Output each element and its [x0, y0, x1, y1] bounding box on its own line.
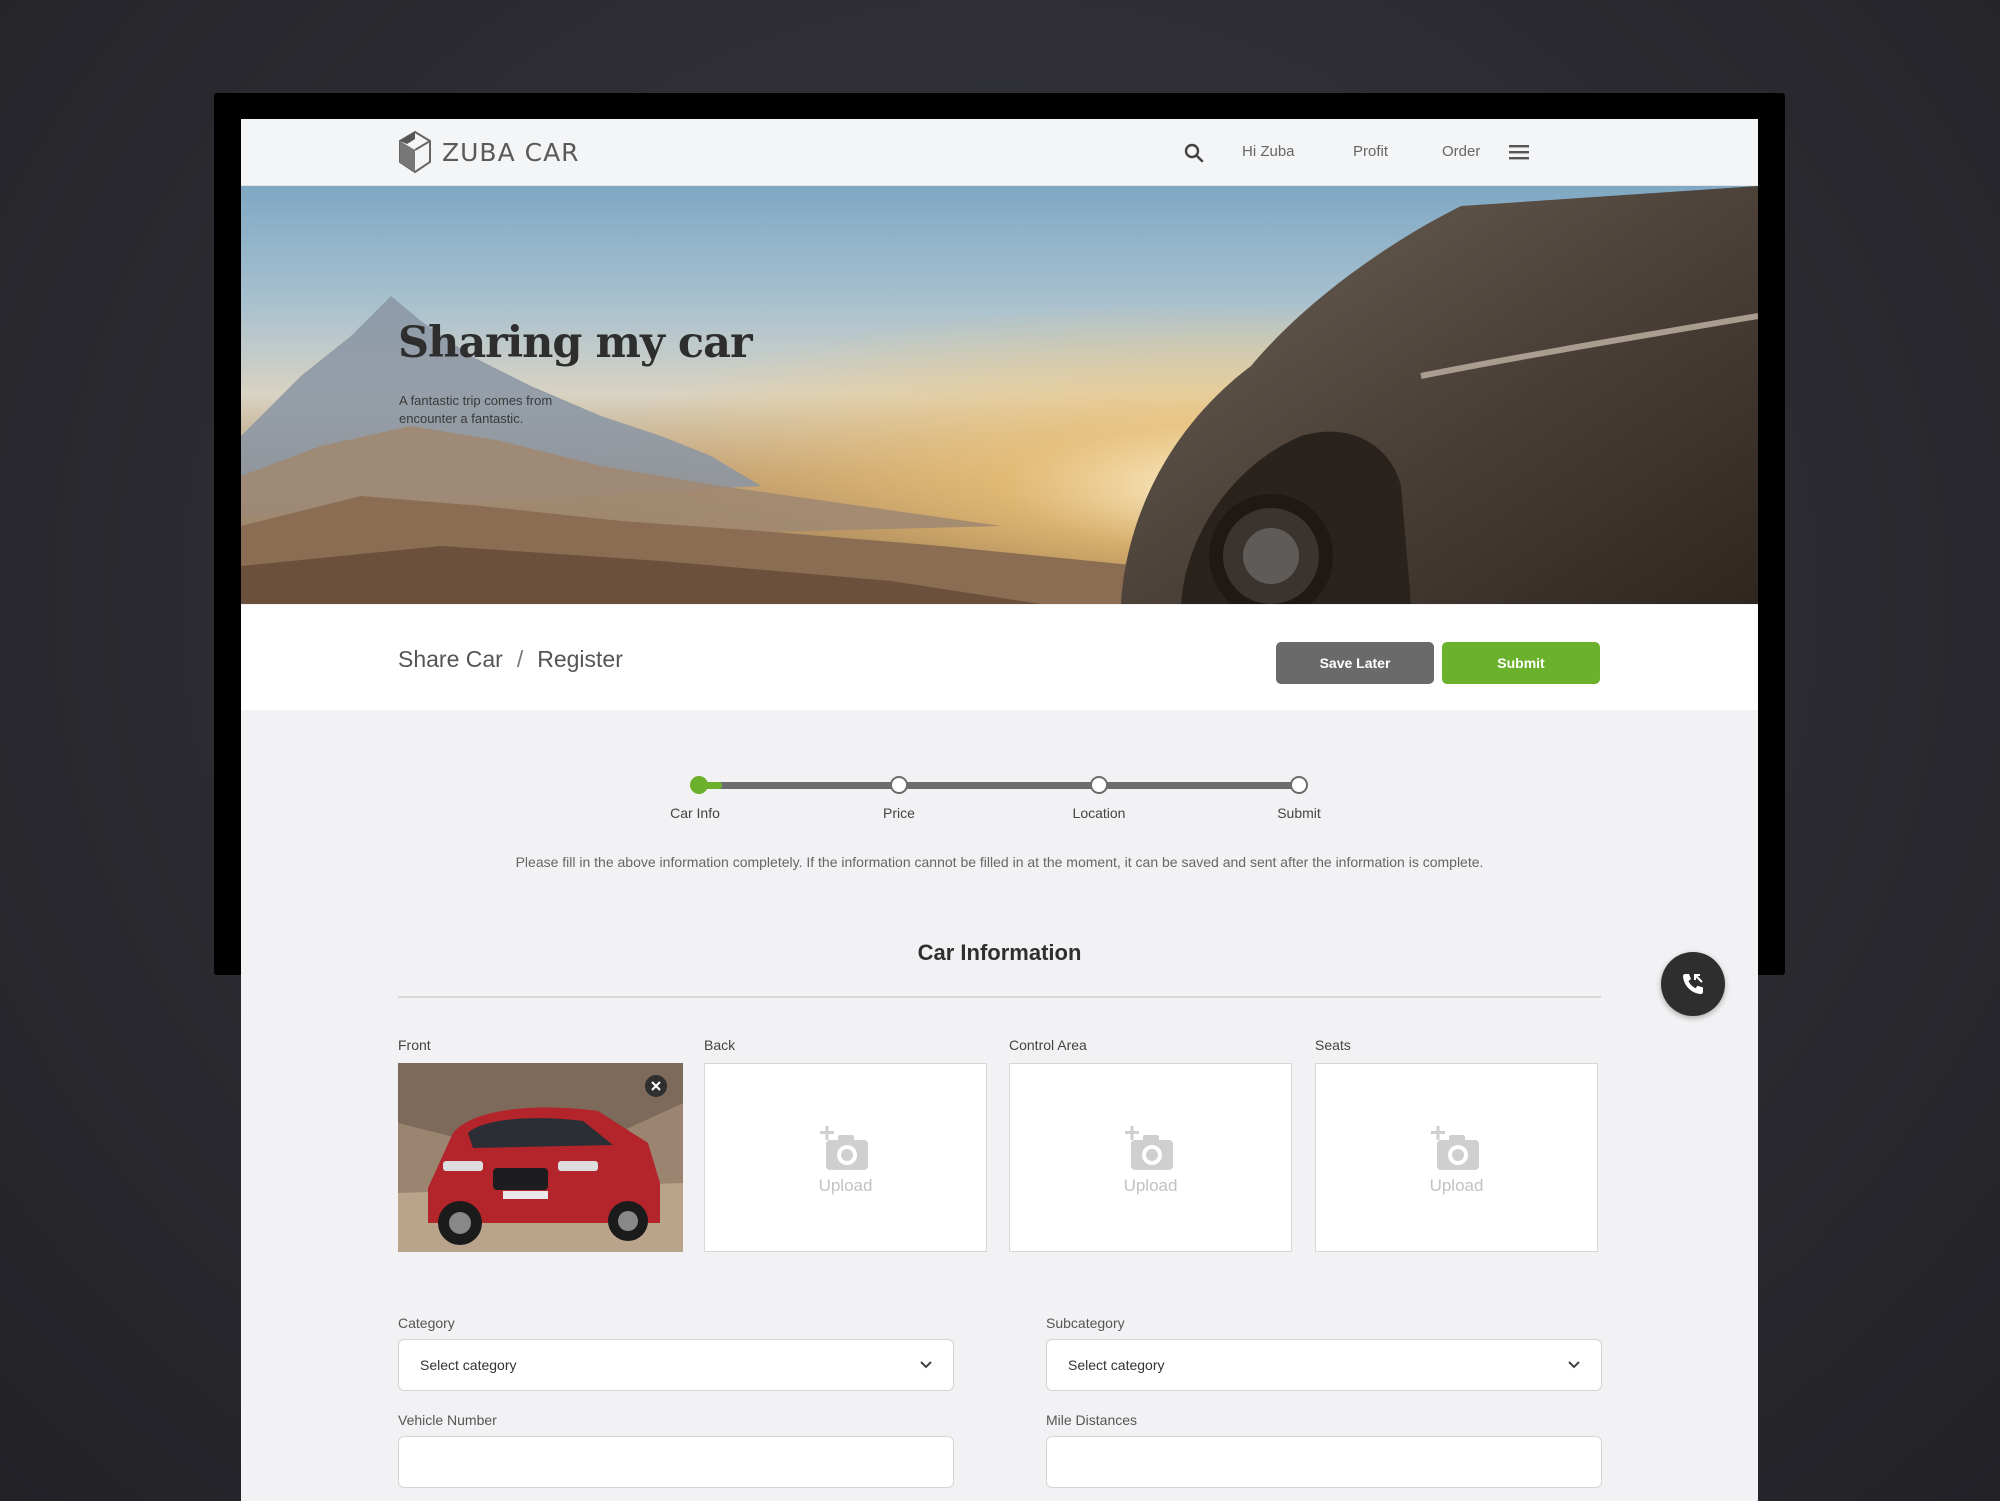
subcategory-select[interactable]: Select category: [1046, 1339, 1602, 1391]
nav-order-link[interactable]: Order: [1442, 143, 1480, 160]
submit-button[interactable]: Submit: [1442, 642, 1600, 684]
add-camera-icon: [819, 1126, 868, 1170]
browser-screen: ZUBA CAR Hi Zuba Profit Order Sharing my…: [241, 119, 1758, 1501]
upload-control-area-photo[interactable]: Upload: [1009, 1063, 1292, 1252]
brand-logo[interactable]: ZUBA CAR: [398, 128, 580, 176]
phone-call-icon[interactable]: [1661, 952, 1725, 1016]
step-node-car-info[interactable]: [690, 776, 708, 794]
photo-label-back: Back: [704, 1037, 736, 1053]
subcategory-select-value: Select category: [1068, 1357, 1165, 1373]
category-select[interactable]: Select category: [398, 1339, 954, 1391]
step-label-location[interactable]: Location: [1039, 805, 1159, 821]
add-camera-icon: [1124, 1126, 1173, 1170]
mile-distances-input[interactable]: [1047, 1437, 1601, 1487]
hero-title: Sharing my car: [398, 318, 753, 368]
subcategory-label: Subcategory: [1046, 1315, 1125, 1331]
breadcrumb-share-car[interactable]: Share Car: [398, 646, 503, 672]
upload-label-seats: Upload: [1429, 1176, 1484, 1195]
upload-back-photo[interactable]: Upload: [704, 1063, 987, 1252]
vehicle-number-input[interactable]: [399, 1437, 953, 1487]
step-label-price[interactable]: Price: [839, 805, 959, 821]
front-photo-thumbnail[interactable]: [398, 1063, 683, 1252]
top-navbar: ZUBA CAR Hi Zuba Profit Order: [241, 119, 1758, 186]
instruction-note: Please fill in the above information com…: [515, 854, 1484, 870]
step-node-submit[interactable]: [1290, 776, 1308, 794]
breadcrumb: Share Car / Register: [398, 646, 623, 673]
category-select-value: Select category: [420, 1357, 517, 1373]
nav-greeting-link[interactable]: Hi Zuba: [1242, 143, 1295, 160]
photo-label-control-area: Control Area: [1009, 1037, 1087, 1053]
mile-distances-label: Mile Distances: [1046, 1412, 1138, 1428]
breadcrumb-register: Register: [537, 646, 623, 672]
red-suv-photo: [398, 1063, 683, 1252]
vehicle-number-field[interactable]: [398, 1436, 954, 1488]
mile-distances-field[interactable]: [1046, 1436, 1602, 1488]
step-node-price[interactable]: [890, 776, 908, 794]
step-node-location[interactable]: [1090, 776, 1108, 794]
breadcrumb-separator: /: [516, 646, 524, 672]
photo-label-seats: Seats: [1315, 1037, 1351, 1053]
photo-label-front: Front: [398, 1037, 431, 1053]
search-icon[interactable]: [1182, 141, 1206, 165]
upload-label-back: Upload: [818, 1176, 873, 1195]
remove-photo-close-icon[interactable]: [645, 1075, 667, 1097]
brand-name: ZUBA CAR: [442, 137, 580, 167]
zuba-cube-logo-icon: [399, 130, 431, 174]
hero-subtitle: A fantastic trip comes from encounter a …: [399, 393, 553, 426]
chevron-down-icon: [920, 1361, 932, 1369]
section-title: Car Information: [917, 940, 1082, 965]
section-divider: [398, 996, 1601, 998]
page-action-bar: Share Car / Register Save Later Submit: [241, 605, 1758, 710]
hero-banner: Sharing my car A fantastic trip comes fr…: [241, 186, 1758, 604]
chevron-down-icon: [1568, 1361, 1580, 1369]
save-later-button[interactable]: Save Later: [1276, 642, 1434, 684]
upload-seats-photo[interactable]: Upload: [1315, 1063, 1598, 1252]
category-label: Category: [398, 1315, 455, 1331]
hamburger-menu-icon[interactable]: [1507, 141, 1531, 163]
nav-profit-link[interactable]: Profit: [1353, 143, 1388, 160]
step-label-submit[interactable]: Submit: [1239, 805, 1359, 821]
vehicle-number-label: Vehicle Number: [398, 1412, 497, 1428]
step-label-car-info[interactable]: Car Info: [635, 805, 755, 821]
upload-label-control-area: Upload: [1123, 1176, 1178, 1195]
progress-track: [698, 782, 1298, 789]
add-camera-icon: [1430, 1126, 1479, 1170]
